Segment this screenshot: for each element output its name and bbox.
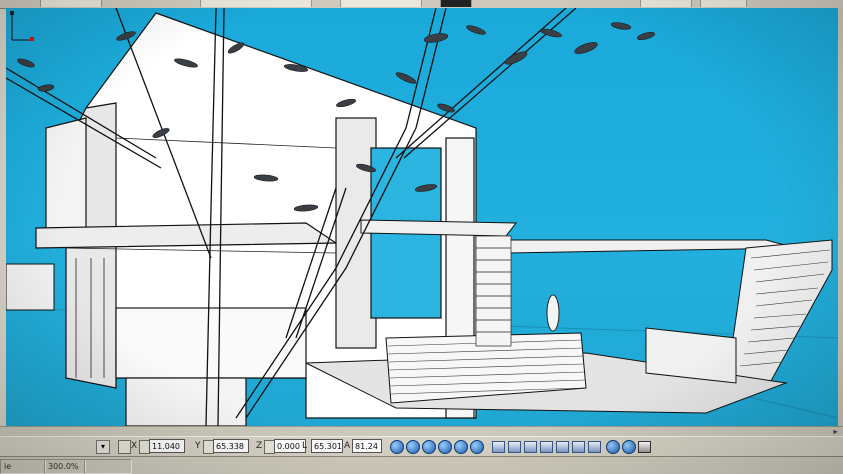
- toolbar-field[interactable]: [640, 0, 692, 7]
- settings-icon[interactable]: [638, 441, 651, 453]
- status-zoom: 300.0%: [44, 459, 86, 474]
- toolbar-field[interactable]: [40, 0, 102, 7]
- z-label: Z: [256, 441, 263, 451]
- zoom-in-icon[interactable]: [390, 440, 404, 454]
- y-coordinate-field[interactable]: 65.338: [213, 439, 249, 453]
- fit-view-icon[interactable]: [470, 440, 484, 454]
- cad-application-window: ▸ ▾ X 11.040 Y 65.338 Z 0.000 L 65.301 A…: [0, 0, 843, 474]
- pen-dropdown[interactable]: [340, 0, 422, 7]
- length-field[interactable]: 65.301: [311, 439, 343, 453]
- a-label: A: [344, 441, 351, 451]
- snap-toggle-button[interactable]: [118, 440, 131, 454]
- pan-hand-icon[interactable]: [438, 440, 452, 454]
- x-label: X: [131, 441, 138, 451]
- view-preset-icon[interactable]: [588, 441, 601, 453]
- y-label: Y: [195, 441, 201, 451]
- vertical-scrollbar[interactable]: [838, 8, 843, 426]
- orbit-icon[interactable]: [454, 440, 468, 454]
- render-icon[interactable]: [606, 440, 620, 454]
- statue: [546, 294, 560, 332]
- view-preset-icon[interactable]: [556, 441, 569, 453]
- status-mode: le modèle: [0, 459, 46, 474]
- view-preset-icon[interactable]: [508, 441, 521, 453]
- x-coordinate-field[interactable]: 11.040: [149, 439, 185, 453]
- zoom-window-icon[interactable]: [422, 440, 436, 454]
- axis-indicator-icon: [10, 11, 34, 41]
- coordinate-toolbar: ▾ X 11.040 Y 65.338 Z 0.000 L 65.301 A 8…: [0, 436, 843, 457]
- status-bar: le modèle 300.0%: [0, 456, 843, 474]
- scroll-right-arrow-icon[interactable]: ▸: [831, 427, 840, 436]
- shading-icon[interactable]: [622, 440, 636, 454]
- chevron-down-icon[interactable]: ▾: [96, 440, 110, 454]
- view-preset-icon[interactable]: [540, 441, 553, 453]
- building-model-drawing: [6, 8, 838, 426]
- view-preset-icon[interactable]: [524, 441, 537, 453]
- 3d-model-viewport[interactable]: [6, 8, 838, 426]
- color-swatch[interactable]: [440, 0, 472, 7]
- angle-field[interactable]: 81.24: [352, 439, 382, 453]
- status-cell: [84, 459, 132, 474]
- view-preset-icon[interactable]: [572, 441, 585, 453]
- toolbar-field[interactable]: [700, 0, 747, 7]
- side-block: [6, 263, 55, 311]
- louvre-panel: [475, 235, 512, 347]
- l-label: L: [302, 441, 308, 451]
- zoom-out-icon[interactable]: [406, 440, 420, 454]
- layer-dropdown[interactable]: [200, 0, 312, 7]
- view-preset-icon[interactable]: [492, 441, 505, 453]
